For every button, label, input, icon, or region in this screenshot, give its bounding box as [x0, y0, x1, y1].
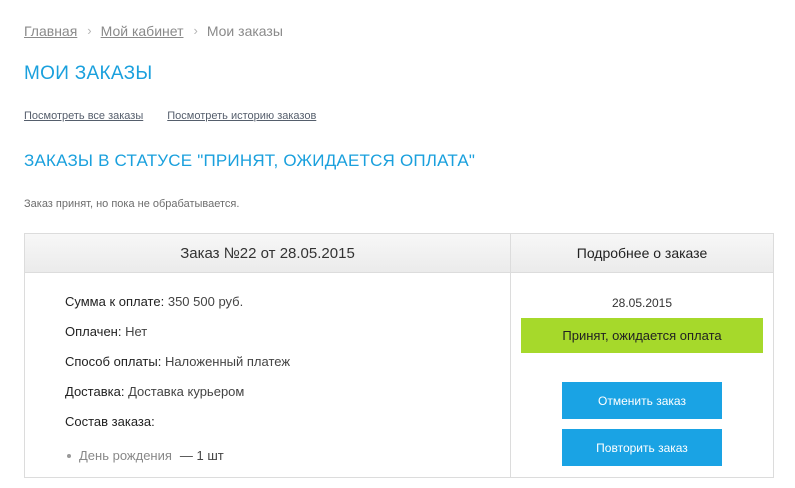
order-details: Сумма к оплате: 350 500 руб. Оплачен: Не…: [25, 273, 510, 463]
breadcrumb-current: Мои заказы: [206, 23, 283, 39]
breadcrumb-separator-icon: ›: [87, 23, 92, 38]
status-badge: Принят, ожидается оплата: [521, 318, 763, 353]
delivery-value: Доставка курьером: [128, 384, 245, 399]
sum-label: Сумма к оплате:: [65, 294, 165, 309]
composition-label: Состав заказа:: [65, 414, 155, 429]
payment-method-label: Способ оплаты:: [65, 354, 162, 369]
order-date: 28.05.2015: [611, 296, 673, 310]
item-quantity: — 1 шт: [179, 448, 224, 463]
breadcrumb-cabinet-link[interactable]: Мой кабинет: [101, 22, 184, 40]
breadcrumb-separator-icon: ›: [193, 23, 198, 38]
order-summary-column: Заказ №22 от 28.05.2015 Сумма к оплате: …: [25, 234, 511, 477]
sum-row: Сумма к оплате: 350 500 руб.: [65, 294, 510, 324]
payment-method-row: Способ оплаты: Наложенный платеж: [65, 354, 510, 384]
section-title: ЗАКАЗЫ В СТАТУСЕ "ПРИНЯТ, ОЖИДАЕТСЯ ОПЛА…: [24, 151, 476, 170]
status-description: Заказ принят, но пока не обрабатывается.: [24, 198, 240, 210]
cancel-order-button[interactable]: Отменить заказ: [562, 382, 722, 419]
sum-value: 350 500 руб.: [167, 294, 244, 309]
delivery-label: Доставка:: [65, 384, 125, 399]
page: Главная › Мой кабинет › Мои заказы МОИ З…: [0, 0, 795, 488]
payment-method-value: Наложенный платеж: [164, 354, 291, 369]
order-history-link[interactable]: Посмотреть историю заказов: [167, 110, 316, 122]
order-actions-column: Подробнее о заказе 28.05.2015 Принят, ож…: [511, 234, 773, 477]
page-title: МОИ ЗАКАЗЫ: [24, 63, 153, 84]
breadcrumb: Главная › Мой кабинет › Мои заказы: [24, 22, 283, 40]
order-links: Посмотреть все заказы Посмотреть историю…: [24, 110, 340, 122]
all-orders-link[interactable]: Посмотреть все заказы: [24, 110, 143, 122]
breadcrumb-home-link[interactable]: Главная: [24, 22, 77, 40]
list-item: День рождения — 1 шт: [65, 448, 510, 463]
paid-row: Оплачен: Нет: [65, 324, 510, 354]
order-actions: 28.05.2015 Принят, ожидается оплата Отме…: [511, 273, 773, 466]
delivery-row: Доставка: Доставка курьером: [65, 384, 510, 414]
repeat-order-button[interactable]: Повторить заказ: [562, 429, 722, 466]
details-header: Подробнее о заказе: [511, 234, 773, 273]
paid-label: Оплачен:: [65, 324, 122, 339]
order-card: Заказ №22 от 28.05.2015 Сумма к оплате: …: [24, 233, 774, 478]
item-name: День рождения: [79, 448, 172, 463]
paid-value: Нет: [125, 324, 148, 339]
order-header: Заказ №22 от 28.05.2015: [25, 234, 510, 273]
